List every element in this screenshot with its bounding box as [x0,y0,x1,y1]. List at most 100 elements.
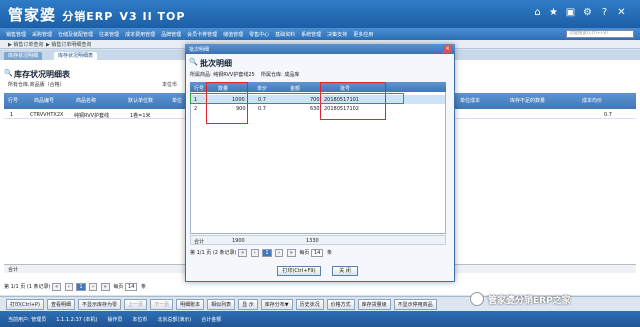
column-header[interactable]: 默认单位数 [128,97,153,104]
per-page-unit: 条 [140,284,146,290]
view-detail-button[interactable]: 查看明细 [47,298,76,310]
unit-qty: 1卷=1米 [130,113,151,119]
page-title: 库存状况明细表 [14,70,70,79]
column-header[interactable]: 商品名称 [76,97,96,104]
column-header[interactable]: 行号 [194,85,204,92]
column-header[interactable]: 库存不足的数量 [510,97,545,104]
menu-item[interactable]: 品牌管理 [161,31,181,38]
menu-item[interactable]: 销售管理 [6,31,26,38]
print-button[interactable]: 打印(Ctrl+P) [6,298,45,310]
prev-page-button[interactable]: ‹ [250,249,259,257]
store-value: 成品库 [284,72,300,78]
similar-list-button[interactable]: 相似列表 [207,298,236,310]
first-page-button[interactable]: « [238,249,248,257]
menu-item[interactable]: 零售中心 [249,31,269,38]
search-icon: 🔍 [189,58,198,66]
batch-amount: 630 [310,106,320,112]
star-icon[interactable]: ★ [548,7,559,18]
home-icon[interactable]: ⌂ [532,7,543,18]
breadcrumb-item[interactable]: ▶ 销售订单明细查询 [46,41,91,48]
row-number: 1 [10,112,14,118]
main-menu: 销售管理 采购管理 仓储及装配管理 往来管理 成本费用管理 品牌管理 会员卡券管… [0,28,640,40]
close-icon[interactable]: ✕ [616,7,627,18]
search-input[interactable]: 功能搜索(Ctrl+F9) [566,30,634,38]
menu-item[interactable]: 采购管理 [32,31,52,38]
column-header[interactable]: 单位 [172,97,182,104]
store-label: 所属仓库: [261,72,283,78]
hide-disabled-button[interactable]: 不显示停用商品 [393,298,437,310]
column-header[interactable]: 成本均价 [582,97,602,104]
dialog-close-icon[interactable]: × [443,45,452,53]
breadcrumb-item[interactable]: ▶ 销售订单查询 [8,41,43,48]
menu-item[interactable]: 系统管理 [301,31,321,38]
ledger-button[interactable]: 明细账本 [176,298,205,310]
product-label: 所属商品: [190,72,212,78]
column-header[interactable]: 单价 [257,85,267,92]
status-user: 当前用户: 管理员 [8,316,47,323]
prev-button[interactable]: 上一页 [124,298,148,310]
next-page-button[interactable]: › [89,283,98,291]
report-filter: 所有仓库,商品版（合格） [8,82,65,88]
dialog-bar-title: 批次明细 [189,47,210,53]
stock-distribution-button[interactable]: 库存分布▼ [260,298,293,310]
tab-stock-detail-report[interactable]: 库存状况明细表 [54,52,98,60]
product-code: CTRVVHTX2X [30,112,64,118]
pager: 第 1/1 页 (1 条记录) « ‹ 1 › » 每页 14 条 [4,283,146,292]
last-page-button[interactable]: » [286,249,296,257]
menu-item[interactable]: 会员卡券管理 [187,31,217,38]
per-page-label: 每页 [299,250,310,256]
currency-label: 本位币 [162,82,178,88]
status-branch: 北京总部(演示) [157,316,192,323]
dialog-title: 批次明细 [200,59,232,68]
lock-icon[interactable]: ▣ [565,7,576,18]
dialog-close-button[interactable]: 关 闭 [332,266,358,276]
pager-text: 第 1/1 页 (1 条记录) [4,284,51,290]
prev-page-button[interactable]: ‹ [64,283,73,291]
dialog-titlebar[interactable] [185,44,455,54]
menu-item[interactable]: 仓储及装配管理 [58,31,93,38]
last-page-button[interactable]: » [100,283,110,291]
per-page-input[interactable]: 14 [310,249,324,257]
search-icon: 🔍 [4,69,13,77]
column-header[interactable]: 商品编号 [34,97,54,104]
total-label: 合计 [194,239,205,245]
display-button[interactable]: 显 示 [238,298,258,310]
next-page-button[interactable]: › [275,249,284,257]
dialog-pager: 第 1/1 页 (2 条记录) « ‹ 1 › » 每页 14 条 [190,249,332,257]
gear-icon[interactable]: ⚙ [582,7,593,18]
menu-item[interactable]: 决策支持 [327,31,347,38]
logo-subtitle: 分销ERP [62,10,114,23]
history-button[interactable]: 历史状况 [295,298,324,310]
menu-item[interactable]: 基础资料 [275,31,295,38]
menu-item[interactable]: 往来管理 [99,31,119,38]
batch-price: 0.7 [258,106,266,112]
menu-item[interactable]: 更多应用 [353,31,373,38]
help-icon[interactable]: ? [599,7,610,18]
page-number[interactable]: 1 [76,283,86,291]
stock-level-button[interactable]: 库存货量级 [357,298,391,310]
cost-price: 0.7 [604,112,612,118]
logo-text: 管家婆 [8,6,57,24]
price-mode-button[interactable]: 价格方式 [326,298,355,310]
column-header[interactable]: 行号 [8,97,18,104]
tab-stock-detail[interactable]: 库存状况明细 [4,52,43,60]
column-header[interactable]: 单位成本 [460,97,480,104]
first-page-button[interactable]: « [52,283,62,291]
total-label: 合计 [8,267,19,273]
per-page-label: 每页 [113,284,124,290]
menu-item[interactable]: 储值管理 [223,31,243,38]
watermark: 管家婆分销ERP之家 [470,290,636,308]
status-host: 1.1.1.2:37 (本机) [56,316,98,323]
logo-version: V3 II TOP [119,10,186,23]
per-page-input[interactable]: 14 [124,283,138,291]
next-button[interactable]: 下一页 [150,298,174,310]
dialog-info: 所属商品: 纯铜RVV护套线25 所属仓库: 成品库 [190,71,299,78]
dialog-print-button[interactable]: 打印(Ctrl+F9) [277,266,321,276]
column-header[interactable]: 金额 [290,85,300,92]
page-number[interactable]: 1 [262,249,272,257]
per-page-unit: 条 [326,250,332,256]
menu-item[interactable]: 成本费用管理 [125,31,155,38]
hide-zero-stock-button[interactable]: 不显示库存为零 [78,298,122,310]
pager-text: 第 1/1 页 (2 条记录) [190,250,237,256]
status-currency: 本位币 [132,316,148,323]
